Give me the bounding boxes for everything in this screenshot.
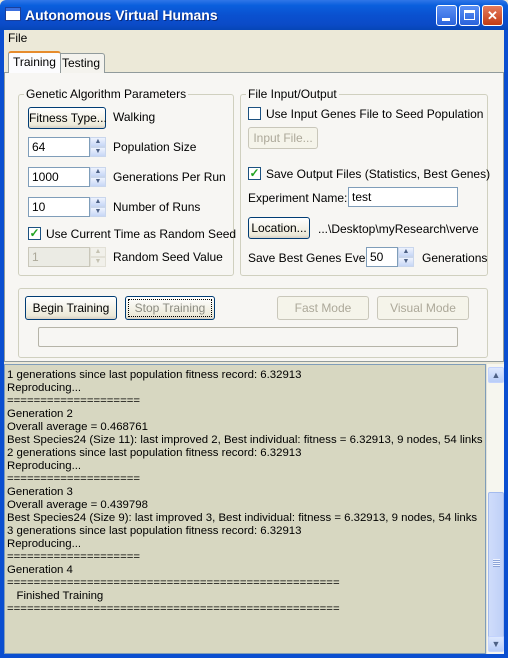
log-line: Finished Training [7,590,104,602]
log-line: Overall average = 0.468761 [7,421,148,433]
down-arrow-icon[interactable]: ▼ [90,257,106,267]
up-arrow-icon[interactable]: ▲ [90,197,106,207]
close-button[interactable]: ✕ [482,5,503,26]
log-line: Generation 4 [7,564,73,576]
experiment-name-label: Experiment Name: [248,191,348,205]
log-line: Reproducing... [7,538,82,550]
scroll-up-button[interactable]: ▲ [488,367,504,383]
close-icon: ✕ [487,8,498,23]
population-size-input[interactable]: 64 [28,137,90,157]
random-seed-label: Random Seed Value [113,250,223,264]
scroll-up-icon: ▲ [491,370,501,380]
scroll-down-button[interactable]: ▼ [488,636,504,652]
log-line: 2 generations since last population fitn… [7,447,302,459]
up-arrow-icon[interactable]: ▲ [90,247,106,257]
fast-mode-button[interactable]: Fast Mode [277,296,369,320]
down-arrow-icon[interactable]: ▼ [90,207,106,217]
training-progress-bar [38,327,458,347]
down-arrow-icon[interactable]: ▼ [90,177,106,187]
log-vertical-scrollbar[interactable]: ▲ ▼ [486,364,504,654]
use-time-seed-label: Use Current Time as Random Seed [46,227,237,241]
log-line: Best Species24 (Size 11): last improved … [7,434,483,446]
minimize-button[interactable] [436,5,457,26]
log-line: Reproducing... [7,460,82,472]
fitness-type-value: Walking [113,110,156,124]
app-window-icon [5,7,21,21]
window-frame-right [504,30,508,658]
log-lines: 1 generations since last population fitn… [7,369,483,616]
log-line: Generation 3 [7,486,73,498]
input-file-button[interactable]: Input File... [248,127,318,149]
location-button[interactable]: Location... [248,217,310,239]
tab-testing[interactable]: Testing [57,53,106,73]
generations-per-run-input[interactable]: 1000 [28,167,90,187]
up-arrow-icon[interactable]: ▲ [398,247,414,257]
use-input-genes-checkbox[interactable] [248,107,261,120]
population-size-label: Population Size [113,140,197,154]
save-output-checkbox[interactable]: ✓ [248,167,261,180]
log-line: Reproducing... [7,382,82,394]
save-best-genes-stepper[interactable]: ▲ ▼ [398,247,414,267]
window-frame-bottom [0,654,508,658]
minimize-icon [442,18,450,21]
generations-per-run-stepper[interactable]: ▲ ▼ [90,167,106,187]
use-input-genes-label: Use Input Genes File to Seed Population [266,107,484,121]
down-arrow-icon[interactable]: ▼ [90,147,106,157]
save-output-label: Save Output Files (Statistics, Best Gene… [266,167,491,181]
log-line: 1 generations since last population fitn… [7,369,302,381]
file-io-group [240,94,488,276]
log-line: ========================================… [7,603,340,615]
grip-icon [493,559,500,567]
number-of-runs-label: Number of Runs [113,200,201,214]
checkmark-icon: ✓ [249,166,260,180]
number-of-runs-input[interactable]: 10 [28,197,90,217]
fitness-type-button[interactable]: Fitness Type... [28,107,107,129]
log-line: ========================================… [7,577,340,589]
file-io-legend: File Input/Output [246,87,339,101]
use-time-seed-checkbox[interactable]: ✓ [28,227,41,240]
down-arrow-icon[interactable]: ▼ [398,257,414,267]
generations-per-run-label: Generations Per Run [113,170,226,184]
location-path: ...\Desktop\myResearch\verve [318,222,479,236]
experiment-name-input[interactable]: test [348,187,458,207]
log-line: ==================== [7,395,141,407]
scroll-thumb[interactable] [488,492,504,638]
save-best-genes-input[interactable]: 50 [366,247,398,267]
log-line: Generation 2 [7,408,73,420]
tab-training[interactable]: Training [8,51,61,73]
random-seed-input[interactable]: 1 [28,247,90,267]
menu-file[interactable]: File [8,31,27,45]
maximize-icon [464,10,475,20]
log-line: ==================== [7,473,141,485]
begin-training-button[interactable]: Begin Training [25,296,117,320]
menu-bar [4,30,504,48]
save-best-genes-label: Save Best Genes Every [248,251,376,265]
maximize-button[interactable] [459,5,480,26]
scroll-down-icon: ▼ [491,639,501,649]
checkmark-icon: ✓ [29,226,40,240]
number-of-runs-stepper[interactable]: ▲ ▼ [90,197,106,217]
visual-mode-button[interactable]: Visual Mode [377,296,469,320]
ga-parameters-legend: Genetic Algorithm Parameters [24,87,189,101]
log-line: 3 generations since last population fitn… [7,525,302,537]
log-line: Overall average = 0.439798 [7,499,148,511]
random-seed-stepper[interactable]: ▲ ▼ [90,247,106,267]
stop-training-button[interactable]: Stop Training [125,296,215,320]
up-arrow-icon[interactable]: ▲ [90,167,106,177]
log-line: Best Species24 (Size 9): last improved 3… [7,512,478,524]
population-size-stepper[interactable]: ▲ ▼ [90,137,106,157]
up-arrow-icon[interactable]: ▲ [90,137,106,147]
training-log[interactable]: 1 generations since last population fitn… [4,364,486,654]
save-best-genes-unit: Generations [422,251,488,265]
window-title: Autonomous Virtual Humans [25,7,218,23]
log-line: ==================== [7,551,141,563]
